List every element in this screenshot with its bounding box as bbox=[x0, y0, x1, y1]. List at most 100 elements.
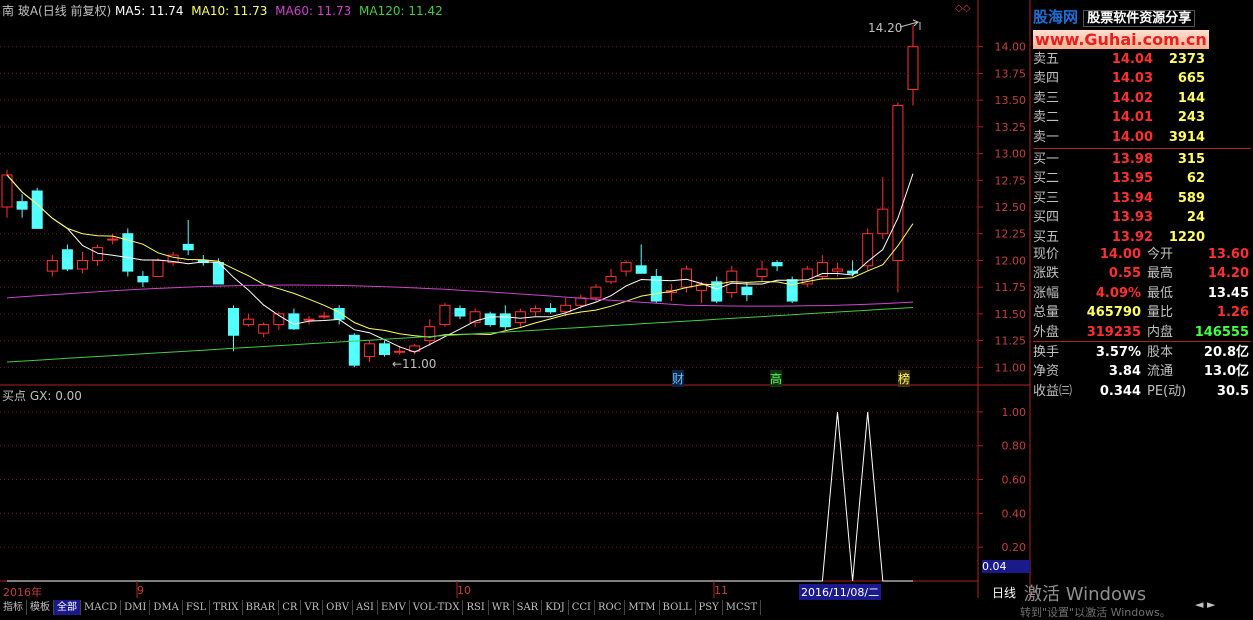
ob-label: 买二 bbox=[1033, 171, 1060, 187]
candle-body bbox=[379, 343, 390, 355]
tab-全部[interactable]: 全部 bbox=[54, 600, 81, 615]
tab-vr[interactable]: VR bbox=[301, 600, 324, 615]
candle-body bbox=[514, 311, 526, 323]
candle-body bbox=[575, 297, 587, 306]
quote-label: 最高 bbox=[1147, 266, 1174, 282]
candle-body bbox=[137, 275, 149, 283]
quote-value: 14.20 bbox=[1207, 266, 1249, 282]
tab-模板[interactable]: 模板 bbox=[27, 600, 54, 615]
quote-row: 外盘 319235 内盘 146555 bbox=[1033, 323, 1251, 342]
cursor-date: 2016/11/08/二 bbox=[799, 584, 882, 600]
bid-row[interactable]: 买三 13.94 589 bbox=[1033, 189, 1251, 208]
gx-signal-line bbox=[7, 411, 913, 582]
price-tick-label: 13.00 bbox=[995, 148, 1027, 161]
quote-value: 1.26 bbox=[1216, 305, 1249, 321]
ob-volume: 589 bbox=[1177, 190, 1205, 206]
ask-row[interactable]: 卖三 14.02 144 bbox=[1033, 89, 1251, 108]
candle-body bbox=[394, 350, 406, 353]
candle-body bbox=[499, 313, 511, 328]
quote-row: 涨跌 0.55 最高 14.20 bbox=[1033, 264, 1251, 283]
candle-body bbox=[243, 318, 255, 326]
ob-volume: 62 bbox=[1186, 171, 1205, 187]
tab-指标[interactable]: 指标 bbox=[0, 600, 27, 615]
candle-body bbox=[288, 313, 300, 330]
quote-label: 换手 bbox=[1033, 345, 1060, 360]
tab-boll[interactable]: BOLL bbox=[660, 600, 696, 615]
tab-dma[interactable]: DMA bbox=[150, 600, 183, 615]
candle-body bbox=[816, 262, 828, 277]
price-tick-label: 12.25 bbox=[995, 228, 1027, 241]
tab-trix[interactable]: TRIX bbox=[210, 600, 243, 615]
tab-psy[interactable]: PSY bbox=[696, 600, 723, 615]
candle-body bbox=[258, 324, 270, 334]
tab-roc[interactable]: ROC bbox=[595, 600, 626, 615]
quote-row: 现价 14.00 今开 13.60 bbox=[1033, 245, 1251, 264]
quote-value: 4.09% bbox=[1095, 285, 1141, 301]
tab-brar[interactable]: BRAR bbox=[243, 600, 280, 615]
price-tick-label: 11.50 bbox=[995, 308, 1027, 321]
ob-label: 买一 bbox=[1033, 151, 1060, 167]
tab-asi[interactable]: ASI bbox=[353, 600, 378, 615]
candle-body bbox=[530, 308, 541, 313]
tab-macd[interactable]: MACD bbox=[81, 600, 122, 615]
tab-cci[interactable]: CCI bbox=[569, 600, 595, 615]
fundamentals-row: 净资 3.84 流通 13.0亿 bbox=[1033, 362, 1251, 381]
scroll-arrows-icon[interactable]: ◄ ► bbox=[1195, 598, 1215, 611]
quote-label: 内盘 bbox=[1147, 324, 1174, 340]
ob-price: 14.01 bbox=[1111, 110, 1153, 126]
window-controls-icon[interactable]: ◇◇ bbox=[955, 3, 970, 14]
tab-dmi[interactable]: DMI bbox=[121, 600, 151, 615]
price-tick-label: 13.50 bbox=[995, 94, 1027, 107]
quote-label: 收益㈢ bbox=[1033, 383, 1073, 399]
candle-body bbox=[318, 315, 330, 318]
chart-mode: (日线 前复权) bbox=[38, 4, 112, 18]
candle-body bbox=[16, 201, 28, 210]
candle-body bbox=[545, 308, 557, 313]
fundamentals-row: 收益㈢ 0.344 PE(动) 30.5 bbox=[1033, 382, 1251, 401]
order-book: 卖五 14.04 2373 卖四 14.03 665 卖三 14.02 144 卖二 … bbox=[1033, 50, 1251, 247]
tab-emv[interactable]: EMV bbox=[378, 600, 410, 615]
quote-label: PE(动) bbox=[1147, 383, 1187, 399]
fundamentals-row: 换手 3.57% 股本 20.8亿 bbox=[1033, 343, 1251, 362]
tab-mtm[interactable]: MTM bbox=[625, 600, 660, 615]
ma5-value: MA5: 11.74 bbox=[115, 4, 184, 18]
candle-body bbox=[832, 268, 843, 272]
ask-row[interactable]: 卖一 14.00 3914 bbox=[1033, 128, 1251, 147]
ob-price: 13.92 bbox=[1111, 229, 1153, 245]
tab-wr[interactable]: WR bbox=[489, 600, 514, 615]
tab-cr[interactable]: CR bbox=[279, 600, 302, 615]
tab-obv[interactable]: OBV bbox=[323, 600, 353, 615]
candle-body bbox=[61, 249, 73, 270]
ask-row[interactable]: 卖二 14.01 243 bbox=[1033, 108, 1251, 127]
indicator-tick-label: 0.20 bbox=[1002, 541, 1027, 554]
candle-body bbox=[590, 286, 602, 299]
quote-value: 30.5 bbox=[1216, 383, 1249, 399]
high-arrow-icon bbox=[899, 19, 920, 28]
tab-sar[interactable]: SAR bbox=[514, 600, 543, 615]
tab-vol-tdx[interactable]: VOL-TDX bbox=[410, 600, 464, 615]
price-tick-label: 12.50 bbox=[995, 201, 1027, 214]
activation-overlay: 激活 Windows bbox=[1024, 584, 1147, 605]
tab-fsl[interactable]: FSL bbox=[183, 600, 211, 615]
quote-value: 13.0亿 bbox=[1203, 364, 1249, 380]
event-marker-high[interactable]: 高 bbox=[770, 370, 783, 387]
quote-label: 最低 bbox=[1147, 285, 1174, 301]
chart-header: 南 玻A(日线 前复权) MA5: 11.74 MA10: 11.73 MA60… bbox=[2, 2, 443, 19]
time-label-oct: 10 bbox=[457, 584, 471, 597]
event-marker-finance[interactable]: 财 bbox=[672, 370, 685, 387]
tab-kdj[interactable]: KDJ bbox=[542, 600, 569, 615]
quote-label: 股本 bbox=[1147, 345, 1174, 360]
bid-row[interactable]: 买五 13.92 1220 bbox=[1033, 228, 1251, 247]
tab-rsi[interactable]: RSI bbox=[463, 600, 489, 615]
quote-value: 3.57% bbox=[1095, 345, 1141, 360]
period-button[interactable]: 日线 bbox=[992, 584, 1016, 601]
ask-row[interactable]: 卖四 14.03 665 bbox=[1033, 69, 1251, 88]
event-marker-list[interactable]: 榜 bbox=[898, 370, 911, 387]
bid-row[interactable]: 买二 13.95 62 bbox=[1033, 169, 1251, 188]
candle-body bbox=[424, 326, 436, 342]
bid-row[interactable]: 买一 13.98 315 bbox=[1033, 150, 1251, 169]
bid-row[interactable]: 买四 13.93 24 bbox=[1033, 208, 1251, 227]
candle-body bbox=[907, 46, 919, 90]
ask-row[interactable]: 卖五 14.04 2373 bbox=[1033, 50, 1251, 69]
tab-mcst[interactable]: MCST bbox=[723, 600, 762, 615]
